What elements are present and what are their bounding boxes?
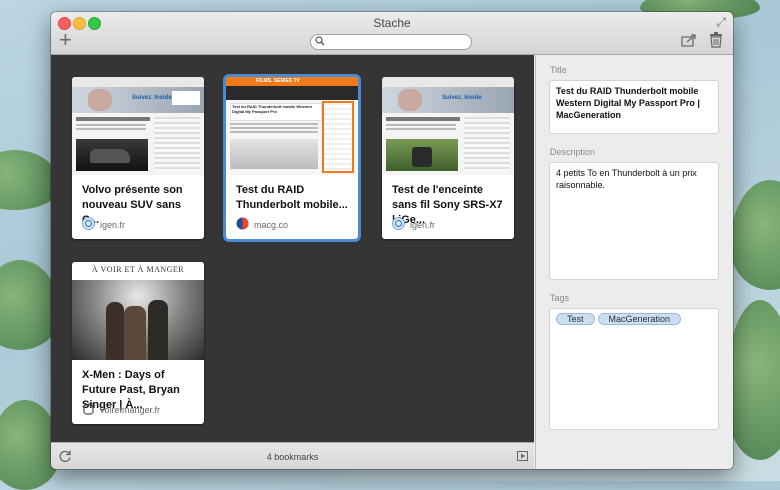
tags-field[interactable]: Test MacGeneration: [549, 308, 719, 430]
bookmark-domain: voiretmanger.fr: [100, 405, 161, 415]
description-field[interactable]: 4 petits To en Thunderbolt à un prix rai…: [549, 162, 719, 280]
igen-brand-text: Suivez. Inside: [442, 95, 482, 101]
voiretmanger-header-text: À VOIR ET À MANGER: [91, 265, 185, 274]
share-icon[interactable]: [681, 33, 697, 47]
macg-header-text: FILMS. SERIES TV: [256, 78, 300, 84]
bookmark-domain: igen.fr: [410, 220, 436, 230]
macg-headline-text: Test du RAID Thunderbolt mobile Western …: [232, 104, 313, 114]
search-field[interactable]: [310, 34, 472, 50]
background-leaf: [730, 180, 780, 290]
bookmark-domain: macg.co: [254, 220, 289, 230]
bookmark-card-selected[interactable]: FILMS. SERIES TV Test du RAID Thunderbol…: [223, 74, 361, 242]
fullscreen-icon[interactable]: ⤢: [716, 15, 726, 30]
description-value: 4 petits To en Thunderbolt à un prix rai…: [556, 168, 697, 190]
bookmark-card[interactable]: À VOIR ET À MANGER X-Men : Days of Futur…: [72, 262, 204, 424]
search-icon: [315, 36, 325, 46]
search-input[interactable]: [327, 35, 465, 48]
igen-brand-text: Suivez. Inside: [132, 95, 172, 101]
bookmark-count: 4 bookmarks: [266, 452, 319, 462]
page-thumbnail: À VOIR ET À MANGER: [72, 262, 204, 360]
tag-token[interactable]: Test: [556, 313, 595, 325]
voiretmanger-favicon-icon: [83, 403, 94, 415]
bookmark-grid: Suivez. Inside Volvo présente son nouvea…: [51, 55, 534, 442]
bookmark-title: Test du RAID Thunderbolt mobile...: [236, 184, 348, 211]
trash-icon[interactable]: [709, 32, 723, 48]
bookmark-card[interactable]: Suivez. Inside Volvo présente son nouvea…: [72, 77, 204, 239]
background-leaf: [725, 300, 780, 460]
add-bookmark-button[interactable]: +: [59, 29, 72, 51]
bookmark-domain: igen.fr: [100, 220, 126, 230]
status-bar: 4 bookmarks: [51, 442, 534, 469]
title-label: Title: [550, 65, 567, 75]
app-window: Stache ⤢ + Suivez. Inside Volvo présente…: [51, 12, 733, 469]
play-icon[interactable]: [517, 451, 528, 461]
window-title: Stache: [373, 16, 411, 30]
tags-label: Tags: [550, 293, 570, 303]
title-field[interactable]: Test du RAID Thunderbolt mobile Western …: [549, 80, 719, 134]
page-thumbnail: FILMS. SERIES TV Test du RAID Thunderbol…: [226, 77, 358, 175]
page-thumbnail: Suivez. Inside: [72, 77, 204, 175]
igen-favicon-icon: [82, 217, 95, 230]
macg-favicon-icon: [236, 217, 249, 230]
title-bar: Stache ⤢ +: [51, 12, 733, 55]
page-thumbnail: Suivez. Inside: [382, 77, 514, 175]
detail-panel: Title Test du RAID Thunderbolt mobile We…: [535, 55, 733, 469]
bookmark-card[interactable]: Suivez. Inside Test de l'enceinte sans f…: [382, 77, 514, 239]
title-value: Test du RAID Thunderbolt mobile Western …: [556, 86, 700, 120]
igen-favicon-icon: [392, 217, 405, 230]
description-label: Description: [550, 147, 596, 157]
tag-token[interactable]: MacGeneration: [597, 313, 682, 325]
